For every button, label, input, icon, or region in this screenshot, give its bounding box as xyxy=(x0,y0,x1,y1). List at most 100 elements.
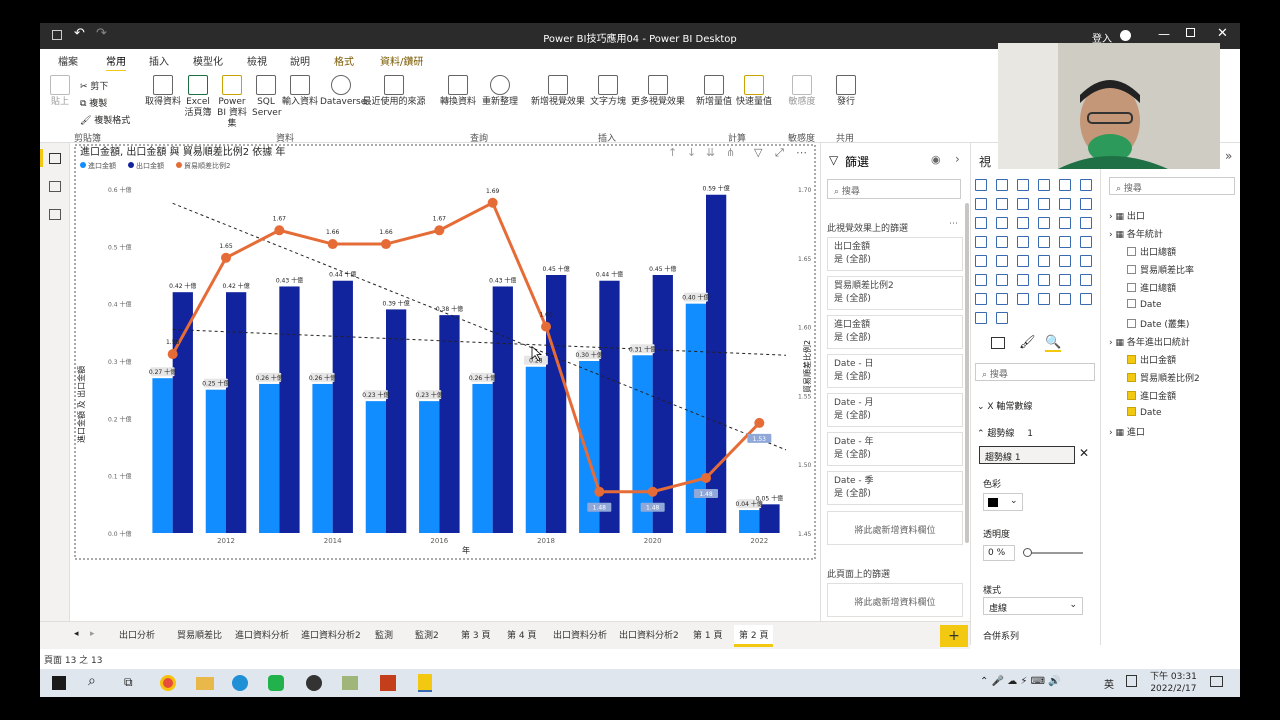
quick-measure-button[interactable]: 快速量值 xyxy=(734,75,774,108)
line-icon[interactable] xyxy=(268,675,284,691)
delete-icon[interactable]: ✕ xyxy=(1079,446,1089,460)
field-checkbox[interactable] xyxy=(1127,355,1136,364)
field-item[interactable]: 出口金額 xyxy=(1127,353,1176,366)
visual-type-icon[interactable] xyxy=(975,236,987,248)
page-tab[interactable]: 第 3 頁 xyxy=(456,625,495,647)
ime-mode-icon[interactable] xyxy=(1126,675,1137,687)
visual-type-icon[interactable] xyxy=(1017,179,1029,191)
visual-type-icon[interactable] xyxy=(996,274,1008,286)
field-checkbox[interactable] xyxy=(1127,265,1136,274)
trend-line-name-input[interactable]: 趨勢線 1 xyxy=(979,446,1075,464)
color-picker[interactable]: ⌄ xyxy=(983,493,1023,511)
transparency-slider[interactable] xyxy=(1023,548,1083,557)
visual-type-icon[interactable] xyxy=(996,236,1008,248)
visual-type-icon[interactable] xyxy=(975,293,987,305)
visual-type-icon[interactable] xyxy=(1080,198,1092,210)
fields-well-icon[interactable] xyxy=(991,337,1005,349)
tab-format[interactable]: 格式 xyxy=(334,53,354,68)
filter-card[interactable]: Date - 日是 (全部) xyxy=(827,354,963,388)
notification-icon[interactable] xyxy=(1210,676,1223,687)
visual-type-icon[interactable] xyxy=(1038,236,1050,248)
prev-page-icon[interactable]: ◂ xyxy=(74,629,79,639)
filter-card[interactable]: Date - 月是 (全部) xyxy=(827,393,963,427)
field-item[interactable]: 出口總額 xyxy=(1127,245,1176,258)
enter-data-button[interactable]: 輸入資料 xyxy=(282,75,318,108)
tray-icons[interactable]: ⌃ 🎤 ☁ ⚡ ⌨ 🔊 xyxy=(980,676,1061,687)
visual-type-icon[interactable] xyxy=(996,217,1008,229)
filter-search-input[interactable]: ⌕ 搜尋 xyxy=(827,179,961,199)
minimize-icon[interactable]: — xyxy=(1158,27,1170,41)
field-item[interactable]: 進口總額 xyxy=(1127,281,1176,294)
task-view-icon[interactable]: ⧉ xyxy=(124,675,133,690)
field-checkbox[interactable] xyxy=(1127,319,1136,328)
visual-type-icon[interactable] xyxy=(996,255,1008,267)
filter-card[interactable]: 貿易順差比例2 是 (全部) xyxy=(827,276,963,310)
visual-type-icon[interactable] xyxy=(1059,217,1071,229)
page-tab[interactable]: 第 4 頁 xyxy=(502,625,541,647)
visual-type-icon[interactable] xyxy=(1059,236,1071,248)
visual-type-icon[interactable] xyxy=(1080,179,1092,191)
page-tab[interactable]: 進口資料分析2 xyxy=(296,625,366,647)
tab-view[interactable]: 檢視 xyxy=(247,53,267,68)
close-icon[interactable]: ✕ xyxy=(1217,26,1228,41)
field-item[interactable]: Date xyxy=(1127,299,1162,310)
visual-type-icon[interactable] xyxy=(975,179,987,191)
collapse-icon[interactable]: › xyxy=(955,152,960,166)
page-tab[interactable]: 監測 xyxy=(370,625,398,647)
tab-data-drill[interactable]: 資料/鑽研 xyxy=(380,53,423,68)
visual-type-icon[interactable] xyxy=(996,198,1008,210)
visual-type-icon[interactable] xyxy=(1017,293,1029,305)
filter-card[interactable]: 進口金額是 (全部) xyxy=(827,315,963,349)
visual-type-icon[interactable] xyxy=(1059,198,1071,210)
field-table[interactable]: › ▦ 進口 xyxy=(1109,425,1145,438)
report-view-icon[interactable] xyxy=(49,153,61,164)
field-checkbox[interactable] xyxy=(1127,299,1136,308)
more-visuals-button[interactable]: 更多視覺效果 xyxy=(630,75,686,108)
filter-card[interactable]: 出口金額是 (全部) xyxy=(827,237,963,271)
data-view-icon[interactable] xyxy=(49,181,61,192)
visual-type-icon[interactable] xyxy=(975,198,987,210)
tab-file[interactable]: 檔案 xyxy=(58,53,78,68)
fields-search-input[interactable]: ⌕ 搜尋 xyxy=(1109,177,1235,195)
field-checkbox[interactable] xyxy=(1127,407,1136,416)
filter-card[interactable]: Date - 年是 (全部) xyxy=(827,432,963,466)
field-item[interactable]: 貿易順差比率 xyxy=(1127,263,1194,276)
file-explorer-icon[interactable] xyxy=(196,677,214,690)
powerbi-taskbar-icon[interactable] xyxy=(418,674,432,692)
page-tab[interactable]: 出口資料分析2 xyxy=(614,625,684,647)
text-box-button[interactable]: 文字方塊 xyxy=(588,75,628,108)
field-checkbox[interactable] xyxy=(1127,283,1136,292)
copy-button[interactable]: ⧉ 複製 xyxy=(80,96,107,109)
visual-type-icon[interactable] xyxy=(1059,293,1071,305)
field-table[interactable]: › ▦ 出口 xyxy=(1109,209,1145,222)
chrome-icon[interactable] xyxy=(160,675,176,691)
excel-button[interactable]: Excel 活頁簿 xyxy=(184,75,212,119)
trend-line-section[interactable]: ⌃ 趨勢線 1 xyxy=(977,426,1033,439)
page-tab[interactable]: 監測2 xyxy=(410,625,444,647)
visual-type-icon[interactable] xyxy=(1080,217,1092,229)
visual-type-icon[interactable] xyxy=(1038,274,1050,286)
visual-type-icon[interactable] xyxy=(1038,255,1050,267)
more-options-icon[interactable]: ⋯ xyxy=(949,219,958,229)
search-icon[interactable]: ⌕ xyxy=(88,673,96,689)
visual-type-icon[interactable] xyxy=(1038,179,1050,191)
style-dropdown[interactable]: 虛線 ⌄ xyxy=(983,597,1083,615)
page-tab[interactable]: 進口資料分析 xyxy=(230,625,294,647)
paste-button[interactable]: 貼上 xyxy=(48,75,72,108)
get-data-button[interactable]: 取得資料 xyxy=(144,75,182,108)
app-icon[interactable] xyxy=(306,675,322,691)
visual-type-icon[interactable] xyxy=(996,179,1008,191)
page-tab[interactable]: 第 2 頁 xyxy=(734,625,774,647)
next-page-icon[interactable]: ▸ xyxy=(90,629,95,639)
cut-button[interactable]: ✂ 剪下 xyxy=(80,79,108,92)
avatar[interactable] xyxy=(1120,30,1131,41)
transform-data-button[interactable]: 轉換資料 xyxy=(438,75,478,108)
visual-type-icon[interactable] xyxy=(1017,236,1029,248)
ime-indicator[interactable]: 英 xyxy=(1104,676,1114,691)
restore-icon[interactable] xyxy=(1186,28,1195,37)
visual-type-icon[interactable] xyxy=(1059,179,1071,191)
transparency-input[interactable]: 0 % xyxy=(983,545,1015,561)
visual-type-icon[interactable] xyxy=(1080,293,1092,305)
visual-type-icon[interactable] xyxy=(975,312,987,324)
new-measure-button[interactable]: 新增量值 xyxy=(696,75,732,108)
